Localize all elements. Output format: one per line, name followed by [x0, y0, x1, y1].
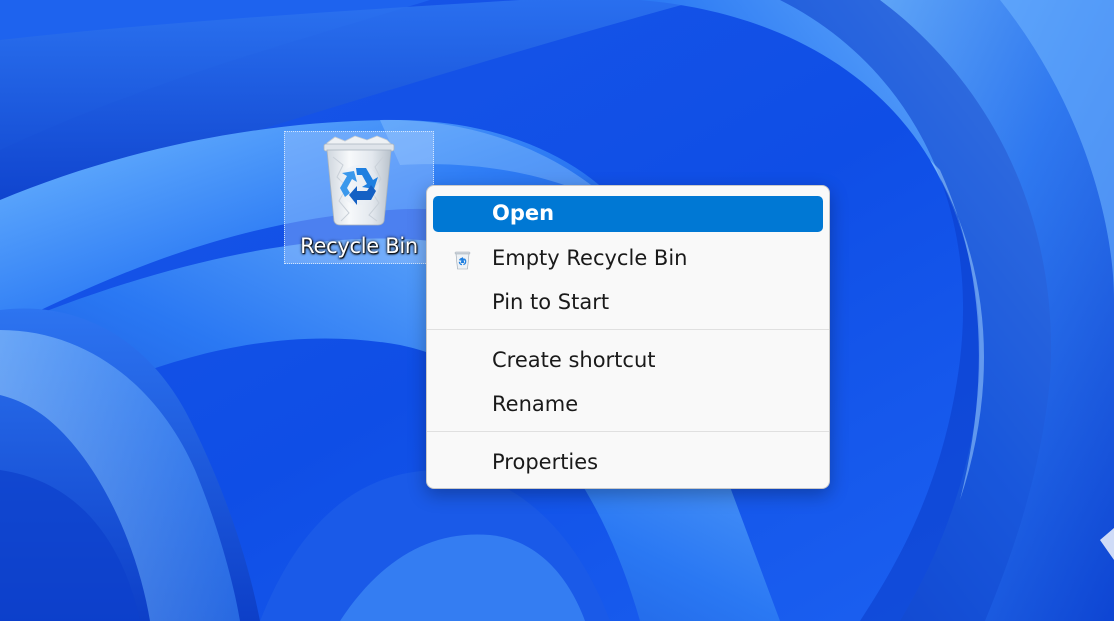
- menu-item-rename[interactable]: Rename: [433, 387, 823, 423]
- context-menu: Open Empty Recycle Bin Pin to Start Crea…: [426, 185, 830, 489]
- menu-item-pin-to-start-label: Pin to Start: [492, 290, 610, 314]
- menu-item-rename-label: Rename: [492, 392, 579, 416]
- menu-separator: [427, 329, 829, 330]
- menu-item-properties[interactable]: Properties: [433, 445, 823, 481]
- menu-item-properties-label: Properties: [492, 450, 599, 474]
- menu-item-create-shortcut[interactable]: Create shortcut: [433, 343, 823, 379]
- menu-item-pin-to-start[interactable]: Pin to Start: [433, 285, 823, 321]
- menu-separator: [427, 431, 829, 432]
- recycle-bin-label: Recycle Bin: [300, 234, 418, 258]
- menu-item-empty-recycle-bin-label: Empty Recycle Bin: [492, 246, 688, 270]
- menu-item-empty-recycle-bin[interactable]: Empty Recycle Bin: [433, 241, 823, 277]
- desktop-icon-recycle-bin[interactable]: Recycle Bin: [284, 131, 434, 264]
- menu-item-open-label: Open: [492, 201, 555, 225]
- menu-item-create-shortcut-label: Create shortcut: [492, 348, 656, 372]
- menu-item-open[interactable]: Open: [433, 196, 823, 232]
- recycle-bin-icon: [323, 135, 395, 226]
- recycle-bin-small-icon: [454, 251, 471, 270]
- desktop[interactable]: Recycle Bin Open Empty Recycle Bin Pin t…: [0, 0, 1114, 621]
